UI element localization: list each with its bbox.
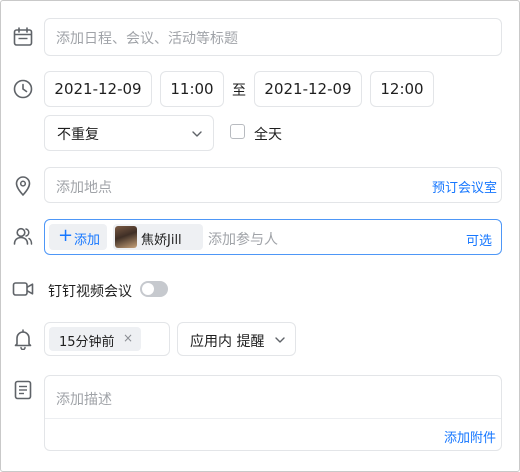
reminder-select[interactable]: 15分钟前 × (44, 322, 170, 356)
participant-name: 焦娇Jill (141, 233, 182, 248)
location-placeholder: 添加地点 (56, 180, 112, 196)
reminder-mode-value: 应用内 提醒 (190, 334, 265, 350)
description-placeholder: 添加描述 (56, 392, 112, 408)
participants-placeholder: 添加参与人 (208, 232, 278, 248)
reminder-chip-label: 15分钟前 (59, 335, 115, 350)
time-separator: 至 (232, 83, 246, 99)
start-time-picker[interactable]: 11:00 (160, 71, 224, 107)
avatar (115, 226, 137, 248)
add-participant-label: 添加 (74, 233, 101, 248)
end-time-value: 12:00 (380, 80, 424, 98)
all-day-label: 全天 (254, 127, 282, 143)
end-time-picker[interactable]: 12:00 (370, 71, 434, 107)
people-icon (13, 227, 33, 245)
video-meeting-label: 钉钉视频会议 (48, 284, 132, 300)
participant-chip[interactable]: 焦娇Jill (113, 224, 203, 250)
start-date-picker[interactable]: 2021-12-09 (44, 71, 152, 107)
all-day-checkbox[interactable] (230, 124, 245, 139)
chevron-down-icon (192, 131, 202, 137)
location-pin-icon (15, 176, 31, 196)
remove-reminder-icon[interactable]: × (123, 331, 133, 345)
add-attachment-link[interactable]: 添加附件 (444, 427, 496, 446)
book-meeting-room-link[interactable]: 预订会议室 (432, 177, 497, 196)
description-divider (45, 418, 501, 419)
clock-icon (13, 79, 33, 99)
document-icon (14, 380, 32, 400)
start-time-value: 11:00 (170, 80, 214, 98)
bell-icon (14, 329, 32, 350)
reminder-mode-select[interactable]: 应用内 提醒 (177, 322, 296, 356)
start-date-value: 2021-12-09 (54, 80, 142, 98)
title-input[interactable]: 添加日程、会议、活动等标题 (44, 18, 502, 56)
calendar-icon (13, 27, 33, 46)
toggle-knob (142, 283, 154, 295)
chevron-down-icon (275, 337, 285, 343)
repeat-select[interactable]: 不重复 (44, 115, 214, 151)
optional-participants-link[interactable]: 可选 (466, 230, 492, 249)
end-date-picker[interactable]: 2021-12-09 (254, 71, 362, 107)
repeat-value: 不重复 (57, 127, 99, 143)
reminder-chip: 15分钟前 × (49, 327, 141, 351)
end-date-value: 2021-12-09 (264, 80, 352, 98)
participants-input[interactable]: + 添加 焦娇Jill 添加参与人 可选 (44, 219, 502, 255)
description-input[interactable]: 添加描述 添加附件 (44, 375, 502, 451)
add-participant-button[interactable]: + 添加 (49, 224, 107, 250)
video-meeting-toggle[interactable] (140, 281, 168, 297)
plus-icon: + (58, 225, 74, 246)
video-camera-icon (12, 282, 34, 296)
title-placeholder: 添加日程、会议、活动等标题 (56, 31, 238, 47)
